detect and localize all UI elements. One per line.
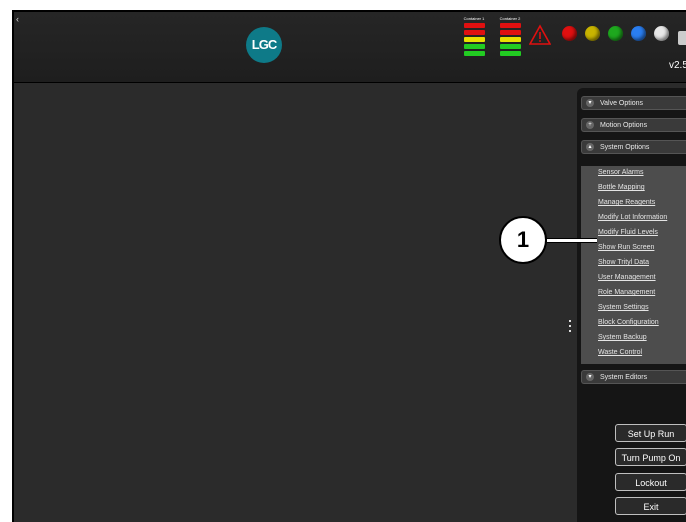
- callout-marker: 1: [499, 216, 547, 264]
- level-bar: [499, 37, 521, 42]
- expand-icon: ▾: [586, 373, 594, 381]
- level-bar: [463, 51, 485, 56]
- application-window: ‹ LGC Container 1 Container 2 v2. ▾ Valv…: [12, 10, 686, 522]
- menu-bottle-mapping[interactable]: Bottle Mapping: [598, 184, 645, 191]
- motion-options-header[interactable]: + Motion Options: [581, 118, 686, 132]
- system-options-header[interactable]: ▴ System Options: [581, 140, 686, 154]
- expand-icon: ▾: [586, 99, 594, 107]
- menu-user-management[interactable]: User Management: [598, 274, 656, 281]
- menu-block-configuration[interactable]: Block Configuration: [598, 319, 659, 326]
- exit-button[interactable]: Exit: [615, 497, 686, 515]
- white-status-lamp: [654, 26, 669, 41]
- level-bar: [499, 30, 521, 35]
- menu-system-backup[interactable]: System Backup: [598, 334, 647, 341]
- menu-show-trityl-data[interactable]: Show Trityl Data: [598, 259, 649, 266]
- container-1-label: Container 1: [463, 16, 485, 21]
- top-bar: ‹ LGC Container 1 Container 2 v2.: [14, 12, 686, 83]
- blue-status-lamp: [631, 26, 646, 41]
- container-2-level: Container 2: [495, 16, 525, 56]
- level-bar: [499, 44, 521, 49]
- callout-leader-line: [547, 238, 597, 243]
- system-editors-header[interactable]: ▾ System Editors: [581, 370, 686, 384]
- level-bar: [463, 23, 485, 28]
- lgc-logo: LGC: [246, 27, 282, 63]
- menu-waste-control[interactable]: Waste Control: [598, 349, 642, 356]
- level-bar: [499, 51, 521, 56]
- set-up-run-button[interactable]: Set Up Run: [615, 424, 686, 442]
- green-status-lamp: [608, 26, 623, 41]
- level-bar: [499, 23, 521, 28]
- menu-show-run-screen[interactable]: Show Run Screen: [598, 244, 654, 251]
- container-1-level: Container 1: [459, 16, 489, 56]
- back-icon[interactable]: ‹: [16, 14, 19, 24]
- menu-system-settings[interactable]: System Settings: [598, 304, 649, 311]
- version-label: v2.5: [669, 60, 686, 71]
- system-options-menu: Sensor Alarms Bottle Mapping Manage Reag…: [581, 166, 686, 364]
- red-status-lamp: [562, 26, 577, 41]
- collapse-icon: ▴: [586, 143, 594, 151]
- menu-role-management[interactable]: Role Management: [598, 289, 655, 296]
- level-bar: [463, 44, 485, 49]
- menu-modify-fluid-levels[interactable]: Modify Fluid Levels: [598, 229, 658, 236]
- menu-modify-lot-information[interactable]: Modify Lot Information: [598, 214, 667, 221]
- yellow-status-lamp: [585, 26, 600, 41]
- level-bar: [463, 37, 485, 42]
- lockout-button[interactable]: Lockout: [615, 473, 686, 491]
- warning-icon[interactable]: [529, 24, 551, 46]
- container-2-label: Container 2: [499, 16, 521, 21]
- panel-resize-handle[interactable]: [567, 317, 573, 337]
- turn-pump-on-button[interactable]: Turn Pump On: [615, 448, 686, 466]
- valve-options-header[interactable]: ▾ Valve Options: [581, 96, 686, 110]
- level-bar: [463, 30, 485, 35]
- menu-sensor-alarms[interactable]: Sensor Alarms: [598, 169, 644, 176]
- device-icon[interactable]: [678, 31, 686, 45]
- menu-manage-reagents[interactable]: Manage Reagents: [598, 199, 655, 206]
- expand-icon: +: [586, 121, 594, 129]
